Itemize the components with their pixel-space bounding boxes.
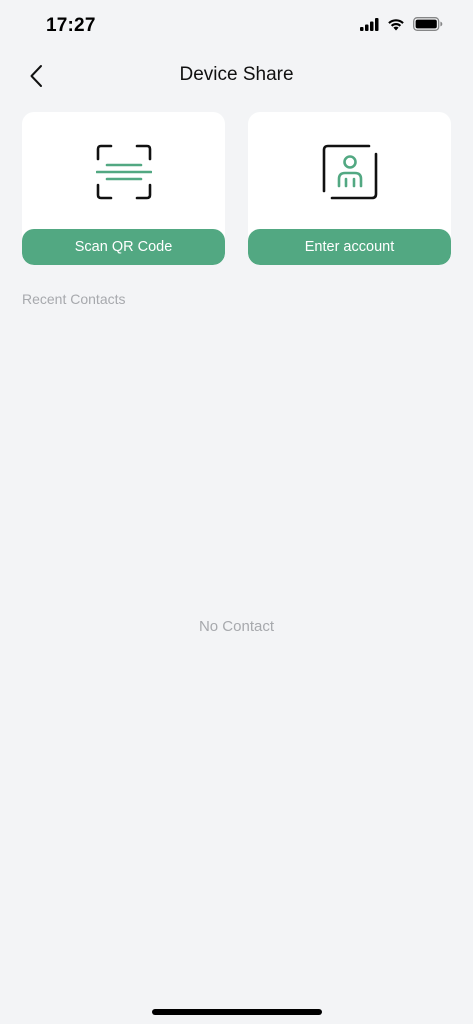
battery-icon [413,17,443,31]
status-bar: 17:27 [0,0,473,54]
page-title: Device Share [179,64,294,85]
cellular-signal-icon [360,17,379,31]
status-icons [360,17,443,31]
account-icon [322,144,377,200]
scan-qr-card[interactable]: Scan QR Code [22,112,225,265]
no-contact-text: No Contact [198,618,275,635]
scan-qr-icon [95,144,152,200]
status-time: 17:27 [46,15,96,36]
enter-account-card[interactable]: Enter account [248,112,451,265]
scan-qr-code-button[interactable]: Scan QR Code [22,229,225,265]
wifi-icon [388,18,404,30]
nav-bar: Device Share [0,54,473,98]
home-indicator[interactable] [152,1009,322,1015]
recent-contacts-label: Recent Contacts [22,291,126,307]
enter-account-button[interactable]: Enter account [248,229,451,265]
